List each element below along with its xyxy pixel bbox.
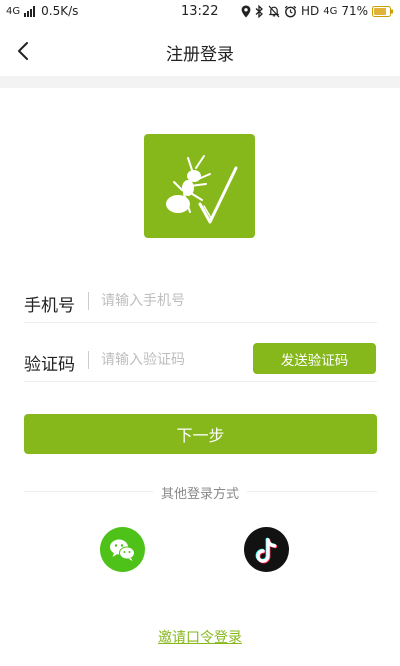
battery-icon [372,5,393,17]
code-input[interactable] [101,350,246,370]
status-time: 13:22 [181,4,219,19]
network-4g: 4G [323,5,338,17]
wechat-icon [110,539,135,561]
phone-divider [24,322,377,323]
header-divider [0,76,400,88]
invite-code-login-link[interactable]: 邀请口令登录 [0,627,400,647]
code-separator [88,351,89,369]
network-speed: 0.5K/s [41,4,79,18]
tiktok-icon [255,537,278,564]
other-login-title: 其他登录方式 [152,487,247,502]
page-title: 注册登录 [166,45,234,65]
send-code-button[interactable]: 发送验证码 [253,343,376,374]
hd-label: HD [300,4,320,18]
app-logo [144,134,255,238]
code-divider [24,381,377,382]
phone-input[interactable] [101,291,371,311]
alarm-icon [284,5,297,17]
signal-icon [24,5,36,17]
status-right: HD 4G 71% [241,4,394,18]
wechat-login-button[interactable] [100,527,145,572]
other-login-title-row: 其他登录方式 [0,483,400,502]
code-label: 验证码 [24,355,75,375]
next-step-button[interactable]: 下一步 [24,414,377,454]
location-icon [241,5,251,17]
ant-logo-icon [166,155,238,224]
bluetooth-icon [255,4,263,18]
battery-percent: 71% [341,4,368,18]
tiktok-login-button[interactable] [244,527,289,572]
status-left: 4G 0.5K/s [6,4,78,18]
phone-label: 手机号 [24,296,75,316]
network-type: 4G [6,5,21,17]
mute-icon [268,5,280,17]
phone-separator [88,292,89,310]
